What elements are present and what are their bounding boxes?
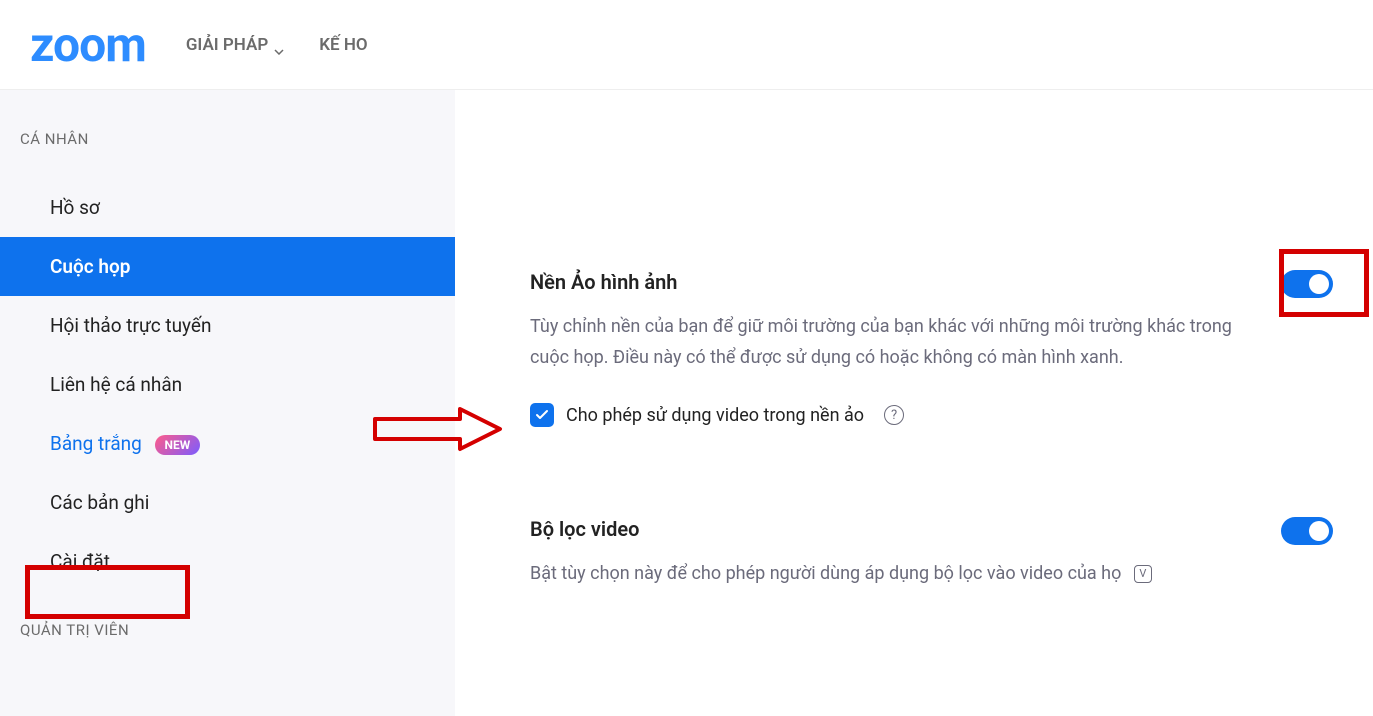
setting-video-filter-desc-text: Bật tùy chọn này để cho phép người dùng …: [530, 563, 1121, 584]
chevron-down-icon: [274, 40, 284, 50]
checkbox-row-allow-video: Cho phép sử dụng video trong nền ảo ?: [530, 403, 1333, 427]
setting-video-filter: Bộ lọc video Bật tùy chọn này để cho phé…: [530, 517, 1333, 590]
sidebar-item-whiteboard-label: Bảng trắng: [50, 432, 142, 455]
checkbox-allow-video-label: Cho phép sử dụng video trong nền ảo: [566, 405, 864, 426]
sidebar-item-meetings[interactable]: Cuộc họp: [0, 237, 455, 296]
checkbox-allow-video[interactable]: [530, 403, 554, 427]
sidebar-item-contacts[interactable]: Liên hệ cá nhân: [0, 355, 455, 414]
section-personal: CÁ NHÂN: [0, 130, 455, 178]
sidebar-item-whiteboard[interactable]: Bảng trắng NEW: [0, 414, 455, 473]
main-content: Nền Ảo hình ảnh Tùy chỉnh nền của bạn để…: [455, 90, 1373, 716]
nav-solutions-label: GIẢI PHÁP: [186, 35, 268, 55]
setting-virtual-background-title: Nền Ảo hình ảnh: [530, 270, 1333, 294]
toggle-video-filter[interactable]: [1281, 517, 1333, 545]
sidebar-item-webinars[interactable]: Hội thảo trực tuyến: [0, 296, 455, 355]
toggle-virtual-background[interactable]: [1281, 270, 1333, 298]
setting-virtual-background-desc: Tùy chỉnh nền của bạn để giữ môi trường …: [530, 312, 1270, 373]
nav-plans[interactable]: KẾ HO: [319, 35, 367, 55]
sidebar-item-profile[interactable]: Hồ sơ: [0, 178, 455, 237]
sidebar: CÁ NHÂN Hồ sơ Cuộc họp Hội thảo trực tuy…: [0, 90, 455, 716]
nav-solutions[interactable]: GIẢI PHÁP: [186, 35, 284, 55]
zoom-logo[interactable]: zoom: [30, 16, 146, 73]
setting-video-filter-desc: Bật tùy chọn này để cho phép người dùng …: [530, 559, 1270, 590]
section-admin: QUẢN TRỊ VIÊN: [0, 591, 455, 669]
setting-video-filter-title: Bộ lọc video: [530, 517, 1333, 541]
setting-virtual-background: Nền Ảo hình ảnh Tùy chỉnh nền của bạn để…: [530, 270, 1333, 427]
new-badge: NEW: [155, 435, 201, 455]
help-icon[interactable]: ?: [884, 405, 904, 425]
sidebar-item-recordings[interactable]: Các bản ghi: [0, 473, 455, 532]
v-icon[interactable]: V: [1134, 565, 1152, 583]
sidebar-item-settings[interactable]: Cài đặt: [0, 532, 455, 591]
header: zoom GIẢI PHÁP KẾ HO: [0, 0, 1373, 90]
